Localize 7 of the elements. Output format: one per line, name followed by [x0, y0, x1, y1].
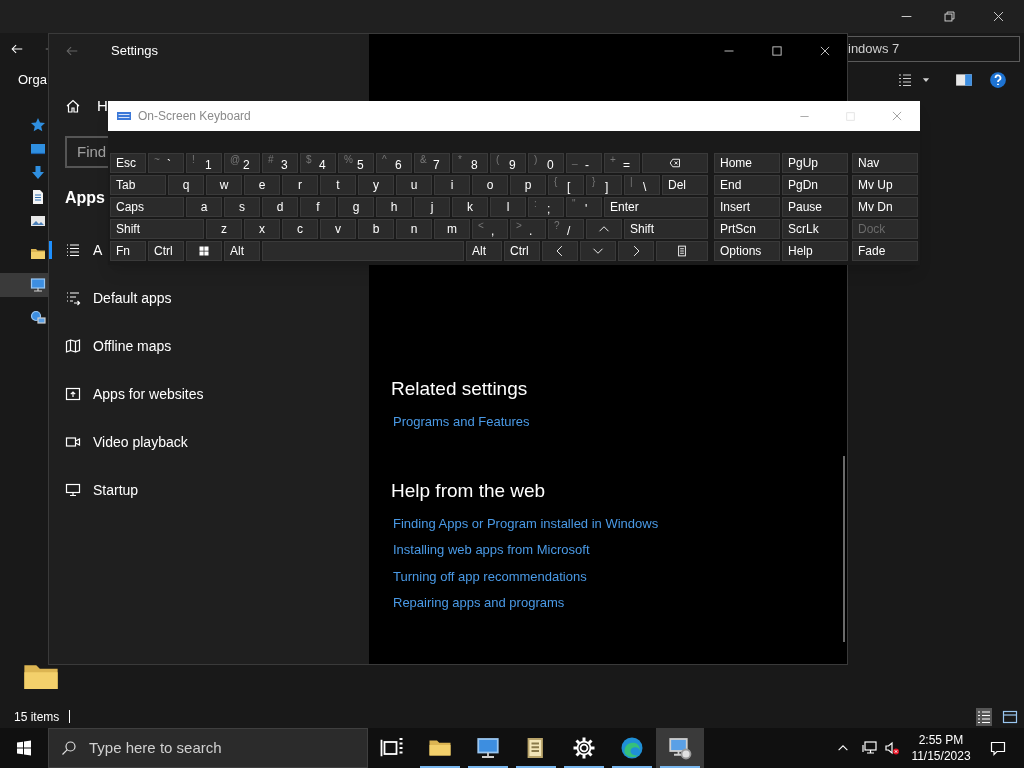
- section-heading: Related settings: [391, 377, 529, 401]
- section-heading: Apps: [65, 188, 105, 208]
- item-count: 15 items: [14, 708, 60, 726]
- section-heading: Help from the web: [391, 479, 547, 503]
- key: Dock: [852, 219, 918, 239]
- window-title: Settings: [111, 41, 158, 60]
- window-title: On-Screen Keyboard: [138, 108, 251, 125]
